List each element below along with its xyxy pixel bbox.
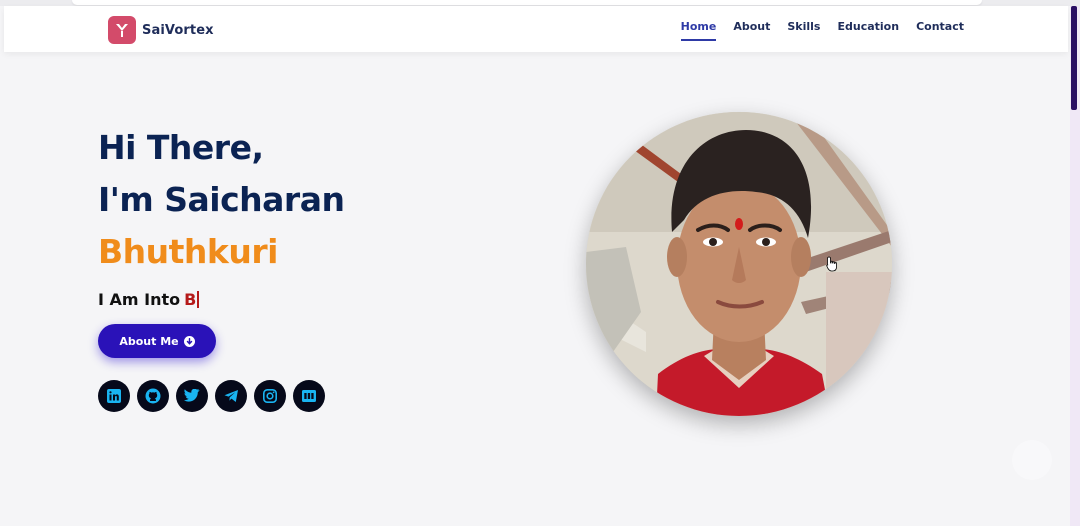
browser-tab-edge: [72, 0, 982, 5]
linkedin-icon[interactable]: [98, 380, 130, 412]
hero-text: Hi There, I'm Saicharan Bhuthkuri I Am I…: [98, 122, 498, 309]
instagram-icon[interactable]: [254, 380, 286, 412]
navbar: SaiVortex Home About Skills Education Co…: [4, 6, 1068, 52]
typed-prefix: I Am Into: [98, 290, 181, 309]
typed-word: B: [184, 290, 197, 309]
nav-skills[interactable]: Skills: [787, 20, 820, 41]
nav-contact[interactable]: Contact: [916, 20, 964, 41]
social-links: [98, 380, 325, 412]
github-icon[interactable]: [137, 380, 169, 412]
scrollbar-thumb[interactable]: [1071, 6, 1077, 110]
nav-links: Home About Skills Education Contact: [680, 20, 964, 41]
hero-name: Bhuthkuri: [98, 232, 278, 271]
hero-greeting: Hi There,: [98, 128, 264, 167]
twitter-icon[interactable]: [176, 380, 208, 412]
profile-photo: [586, 112, 892, 416]
bird-logo-icon: [108, 16, 136, 44]
nav-home[interactable]: Home: [680, 20, 717, 41]
scroll-top-button[interactable]: [1012, 440, 1052, 480]
typed-line: I Am Into B: [98, 290, 498, 309]
nav-education[interactable]: Education: [837, 20, 899, 41]
brand[interactable]: SaiVortex: [108, 16, 214, 44]
page-scrollbar[interactable]: [1070, 6, 1080, 526]
dev-icon[interactable]: [293, 380, 325, 412]
telegram-icon[interactable]: [215, 380, 247, 412]
mouse-pointer-icon: [826, 256, 838, 276]
arrow-circle-down-icon: [183, 332, 195, 351]
hero-intro: I'm Saicharan: [98, 180, 345, 219]
typing-cursor: [197, 291, 200, 308]
brand-name: SaiVortex: [142, 22, 214, 38]
about-me-label: About Me: [119, 334, 179, 348]
about-me-button[interactable]: About Me: [98, 324, 216, 358]
nav-about[interactable]: About: [733, 20, 770, 41]
